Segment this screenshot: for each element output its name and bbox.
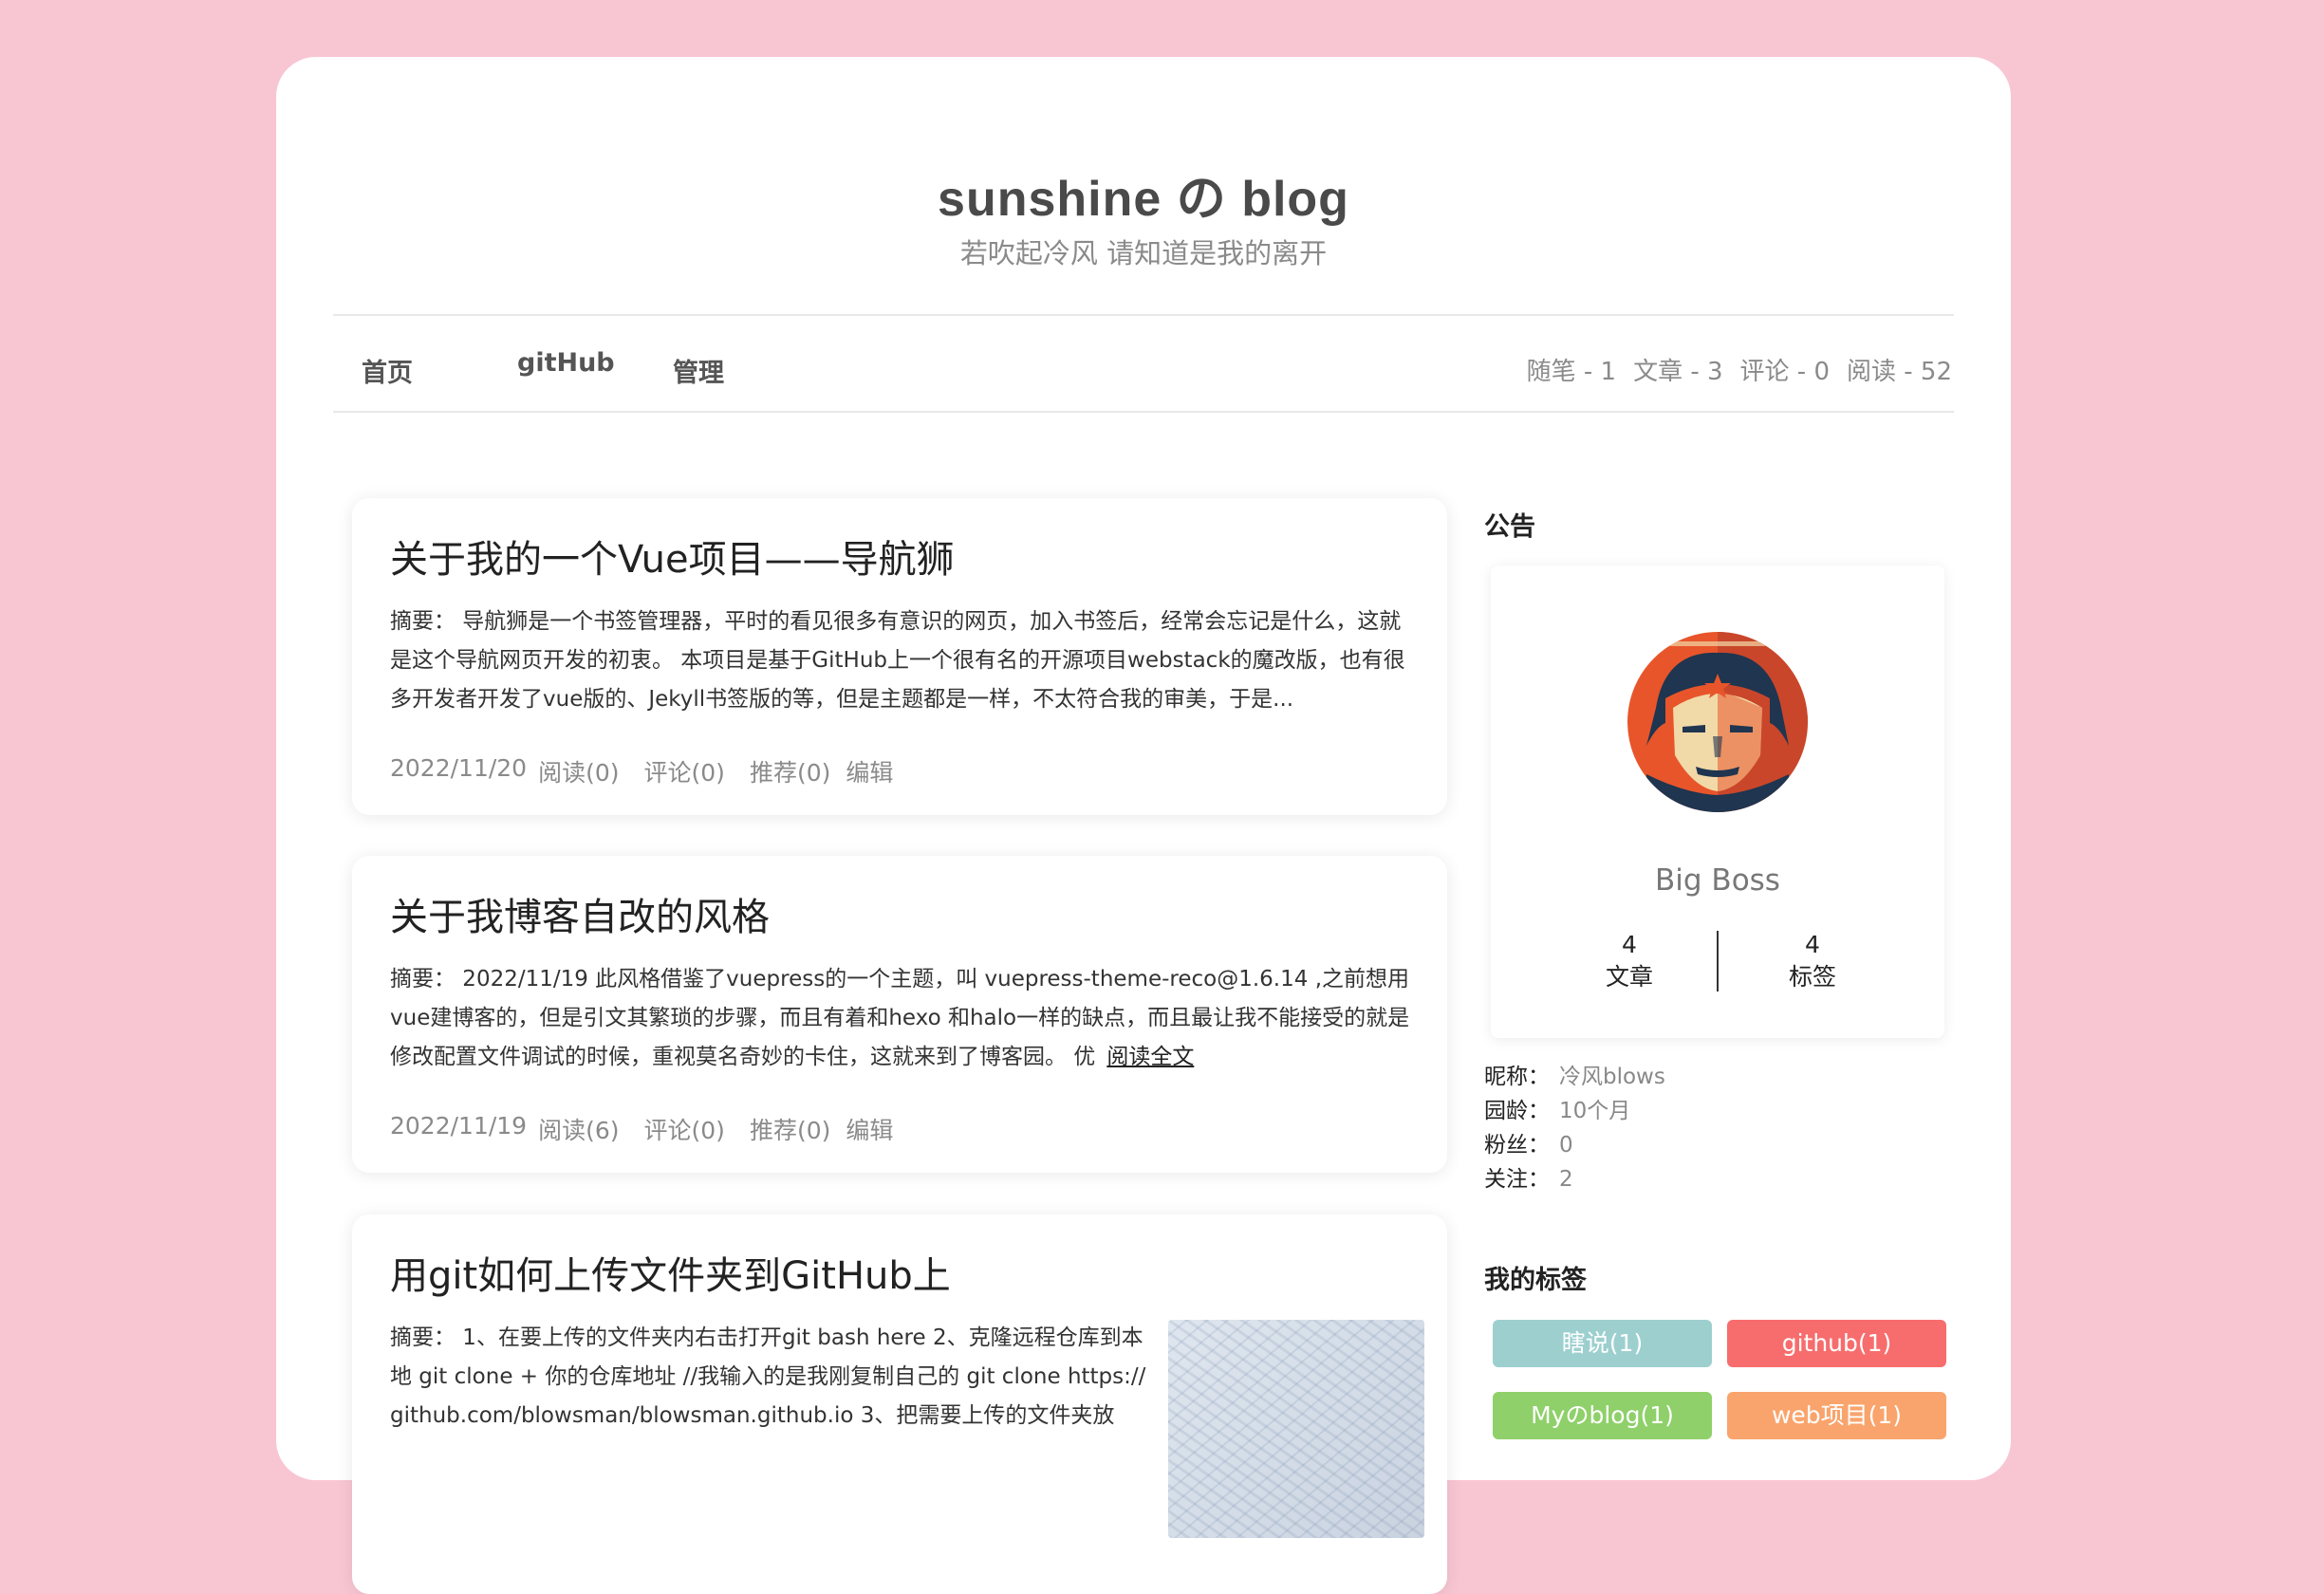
post-card: 关于我博客自改的风格 摘要： 2022/11/19 此风格借鉴了vuepress… bbox=[352, 856, 1447, 1173]
post-meta: 2022/11/20 阅读(0) 评论(0) 推荐(0) 编辑 bbox=[390, 754, 893, 788]
nav-bar: 首页 gitHub 管理 随笔 - 1 文章 - 3 评论 - 0 阅读 - 5… bbox=[333, 314, 1954, 413]
post-summary: 摘要： 2022/11/19 此风格借鉴了vuepress的一个主题，叫 vue… bbox=[390, 960, 1411, 1077]
profile-tags-label: 标签 bbox=[1788, 963, 1836, 991]
post-edit-link[interactable]: 编辑 bbox=[846, 754, 893, 788]
tag-button[interactable]: 瞎说(1) bbox=[1493, 1320, 1712, 1367]
post-title[interactable]: 关于我的一个Vue项目——导航狮 bbox=[390, 528, 955, 584]
info-key: 园龄： bbox=[1484, 1099, 1550, 1123]
post-thumbnail[interactable] bbox=[1168, 1320, 1424, 1538]
blog-stats: 随笔 - 1 文章 - 3 评论 - 0 阅读 - 52 bbox=[1527, 352, 1952, 387]
info-value-following[interactable]: 2 bbox=[1559, 1167, 1573, 1192]
profile-articles-label: 文章 bbox=[1605, 963, 1653, 991]
stat-divider bbox=[1717, 931, 1719, 992]
nav-item-home[interactable]: 首页 bbox=[362, 352, 413, 389]
notice-heading: 公告 bbox=[1484, 512, 1535, 542]
post-edit-link[interactable]: 编辑 bbox=[846, 1112, 893, 1146]
post-date: 2022/11/19 bbox=[390, 1112, 528, 1140]
post-meta: 2022/11/19 阅读(6) 评论(0) 推荐(0) 编辑 bbox=[390, 1112, 893, 1146]
info-row: 关注： 2 bbox=[1484, 1162, 1665, 1196]
post-card: 关于我的一个Vue项目——导航狮 摘要： 导航狮是一个书签管理器，平时的看见很多… bbox=[352, 498, 1447, 815]
profile-info: 昵称： 冷风blows 园龄： 10个月 粉丝： 0 关注： 2 bbox=[1484, 1060, 1665, 1196]
post-title[interactable]: 关于我博客自改的风格 bbox=[390, 886, 770, 941]
post-summary-text: 摘要： 2022/11/19 此风格借鉴了vuepress的一个主题，叫 vue… bbox=[390, 967, 1410, 1069]
post-title[interactable]: 用git如何上传文件夹到GitHub上 bbox=[390, 1245, 951, 1300]
read-more-link[interactable]: 阅读全文 bbox=[1106, 1045, 1194, 1069]
avatar-portrait-icon bbox=[1627, 632, 1808, 812]
stat-articles: 文章 - 3 bbox=[1633, 358, 1723, 386]
stat-essays: 随笔 - 1 bbox=[1526, 358, 1617, 386]
info-key: 关注： bbox=[1484, 1167, 1550, 1192]
post-date: 2022/11/20 bbox=[390, 754, 528, 782]
profile-card: Big Boss 4 文章 4 标签 bbox=[1491, 565, 1944, 1038]
info-row: 昵称： 冷风blows bbox=[1484, 1060, 1665, 1094]
post-recommend-link[interactable]: 推荐(0) bbox=[750, 754, 830, 788]
tag-button[interactable]: Myのblog(1) bbox=[1493, 1392, 1712, 1439]
post-comments-link[interactable]: 评论(0) bbox=[644, 1112, 725, 1146]
info-key: 昵称： bbox=[1484, 1065, 1550, 1089]
stat-reads: 阅读 - 52 bbox=[1847, 358, 1952, 386]
profile-articles-stat[interactable]: 4 文章 bbox=[1553, 929, 1705, 993]
blog-card: sunshine の blog 若吹起冷风 请知道是我的离开 首页 gitHub… bbox=[276, 57, 2011, 1594]
tag-button[interactable]: github(1) bbox=[1727, 1320, 1946, 1367]
post-recommend-link[interactable]: 推荐(0) bbox=[750, 1112, 830, 1146]
post-reads-link[interactable]: 阅读(6) bbox=[538, 1112, 619, 1146]
info-row: 园龄： 10个月 bbox=[1484, 1094, 1665, 1128]
post-comments-link[interactable]: 评论(0) bbox=[644, 754, 725, 788]
avatar[interactable] bbox=[1627, 632, 1808, 812]
nav-item-admin[interactable]: 管理 bbox=[673, 352, 724, 389]
info-value-age: 10个月 bbox=[1559, 1099, 1631, 1123]
tag-button[interactable]: web项目(1) bbox=[1727, 1392, 1946, 1439]
post-summary-text: 摘要： 导航狮是一个书签管理器，平时的看见很多有意识的网页，加入书签后，经常会忘… bbox=[390, 609, 1405, 712]
info-row: 粉丝： 0 bbox=[1484, 1128, 1665, 1162]
profile-tags-count: 4 bbox=[1805, 931, 1820, 958]
tags-heading: 我的标签 bbox=[1484, 1266, 1587, 1295]
profile-tags-stat[interactable]: 4 标签 bbox=[1737, 929, 1888, 993]
info-key: 粉丝： bbox=[1484, 1133, 1550, 1158]
post-summary: 摘要： 1、在要上传的文件夹内右击打开git bash here 2、克隆远程仓… bbox=[390, 1319, 1149, 1436]
post-summary-text: 摘要： 1、在要上传的文件夹内右击打开git bash here 2、克隆远程仓… bbox=[390, 1325, 1146, 1428]
nav-item-github[interactable]: gitHub bbox=[517, 348, 615, 378]
profile-name: Big Boss bbox=[1655, 863, 1780, 898]
info-value-nickname[interactable]: 冷风blows bbox=[1559, 1065, 1665, 1089]
post-card: 用git如何上传文件夹到GitHub上 摘要： 1、在要上传的文件夹内右击打开g… bbox=[352, 1214, 1447, 1594]
info-value-followers[interactable]: 0 bbox=[1559, 1133, 1573, 1158]
blog-subtitle: 若吹起冷风 请知道是我的离开 bbox=[959, 237, 1328, 269]
profile-articles-count: 4 bbox=[1622, 931, 1637, 958]
post-reads-link[interactable]: 阅读(0) bbox=[538, 754, 619, 788]
post-summary: 摘要： 导航狮是一个书签管理器，平时的看见很多有意识的网页，加入书签后，经常会忘… bbox=[390, 602, 1411, 719]
stat-comments: 评论 - 0 bbox=[1739, 358, 1830, 386]
blog-title[interactable]: sunshine の blog bbox=[276, 158, 2011, 230]
